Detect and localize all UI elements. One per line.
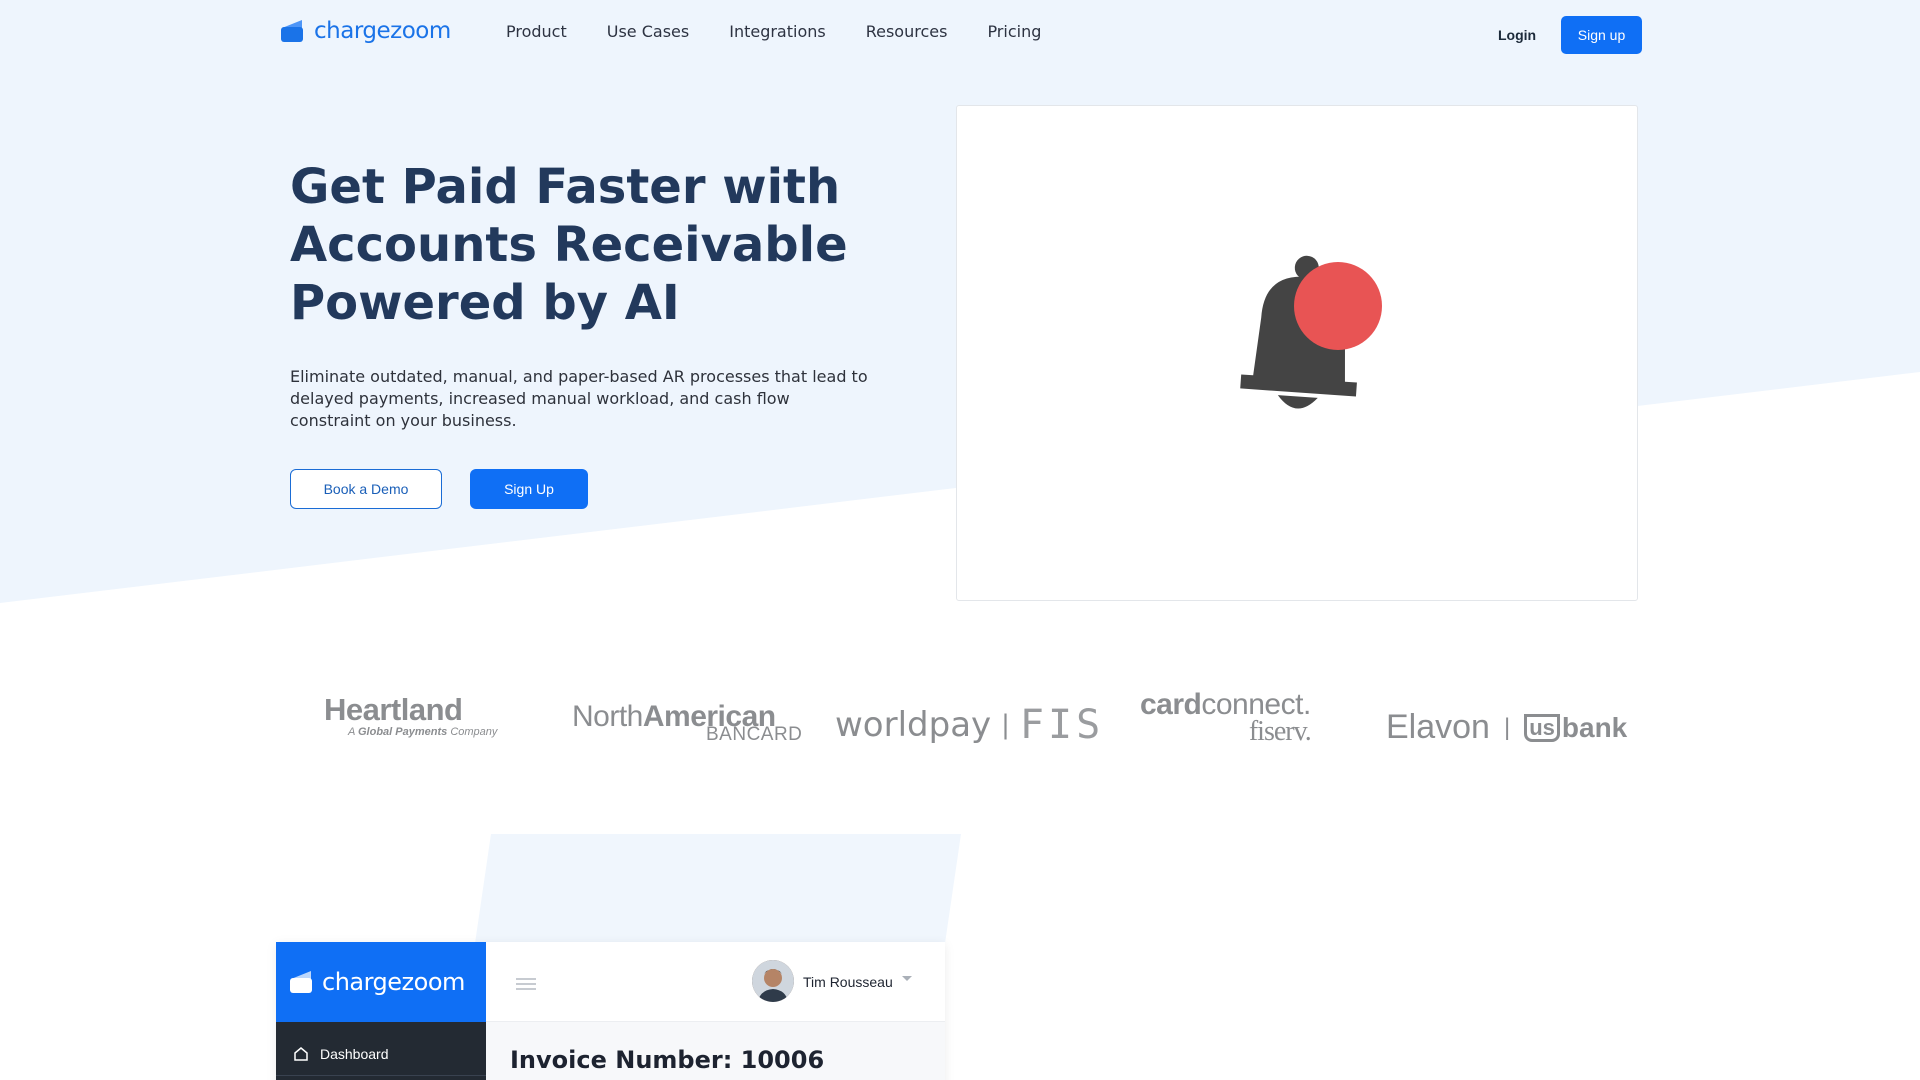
nav-integrations[interactable]: Integrations [729,22,826,41]
north-american-bancard-logo: NorthAmerican BANCARD [572,700,802,746]
nav-product[interactable]: Product [506,22,567,41]
usbank-name: us bank [1524,712,1627,744]
signup-button[interactable]: Sign up [1561,16,1642,54]
invoice-title: Invoice Number: 10006 [510,1046,825,1074]
dashboard-sidebar: chargezoom Dashboard [276,942,486,1080]
home-icon [294,1046,308,1061]
nab-bancard: BANCARD [706,724,803,745]
heartland-tagline: A Global Payments Company [348,726,497,738]
heartland-tag-bold: Global Payments [358,726,448,738]
worldpay-separator: | [1001,710,1010,740]
elavon-name: Elavon [1386,708,1490,746]
cardconnect-fiserv-logo: cardconnect. fiserv. [1140,688,1312,748]
heartland-name: Heartland [324,692,463,727]
top-navbar: chargezoom Product Use Cases Integration… [0,0,1920,68]
chargezoom-logo-icon [281,20,303,42]
book-demo-button[interactable]: Book a Demo [290,469,442,509]
chargezoom-logo[interactable]: chargezoom [279,18,451,44]
heartland-tag-suffix: Company [450,726,498,738]
chargezoom-logo-icon [290,971,312,993]
avatar[interactable] [752,960,794,1002]
hero-signup-button[interactable]: Sign Up [470,469,588,509]
usbank-shield: us [1524,713,1560,742]
hero-media-card[interactable] [956,105,1638,601]
sidebar-item-dashboard[interactable]: Dashboard [276,1032,486,1076]
logo-text: chargezoom [314,18,451,44]
worldpay-name: worldpay [835,705,992,745]
main-nav: Product Use Cases Integrations Resources… [506,22,1081,41]
heartland-logo: Heartland A Global Payments Company [324,692,497,738]
dashboard-logo-text: chargezoom [322,968,465,996]
menu-icon[interactable] [516,978,536,993]
cardconnect-card: card [1140,688,1202,721]
fis-name: FIS [1019,702,1105,748]
user-name[interactable]: Tim Rousseau [803,974,893,990]
user-avatar-image [752,960,794,1002]
worldpay-fis-logo: worldpay | FIS [835,702,1104,748]
nav-resources[interactable]: Resources [866,22,948,41]
elavon-separator: | [1503,713,1511,741]
caret-down-icon[interactable] [902,976,912,981]
login-link[interactable]: Login [1498,27,1536,43]
sidebar-item-label: Dashboard [320,1045,389,1062]
elavon-usbank-logo: Elavon | us bank [1386,708,1627,747]
nav-pricing[interactable]: Pricing [987,22,1041,41]
hero-subtitle: Eliminate outdated, manual, and paper-ba… [290,367,868,430]
dashboard-logo: chargezoom [276,942,486,1022]
nav-use-cases[interactable]: Use Cases [607,22,689,41]
nab-north: North [572,700,643,733]
partner-logos: Heartland A Global Payments Company Nort… [0,680,1920,780]
hero-title: Get Paid Faster with Accounts Receivable… [290,159,848,331]
heartland-tag-prefix: A [348,726,355,738]
notification-bell-icon [1240,255,1382,409]
usbank-bank: bank [1561,711,1628,743]
